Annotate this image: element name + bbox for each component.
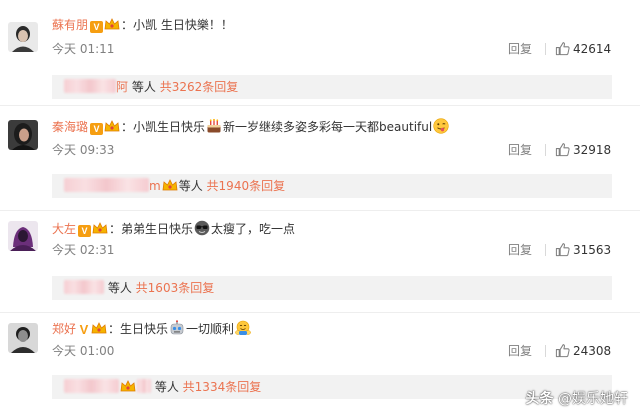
reply-etc: 等人 xyxy=(131,80,156,94)
comment-text: ：小凯生日快乐 xyxy=(121,120,206,134)
action-divider xyxy=(545,345,546,357)
blurred-username xyxy=(64,280,104,294)
verified-badge: V xyxy=(79,322,89,337)
verified-badge: V xyxy=(78,225,92,237)
comment-text: ：小凯 生日快樂！！ xyxy=(121,18,233,32)
comment-time: 今天 01:11 xyxy=(52,42,115,56)
reply-count-link[interactable]: 共1940条回复 xyxy=(207,179,286,193)
action-divider xyxy=(545,244,546,256)
username[interactable]: 秦海璐 xyxy=(52,120,88,134)
watermark-handle: @娱乐她轩 xyxy=(558,391,628,407)
comment-text-continued: 太瘦了，吃一点 xyxy=(211,222,296,236)
comment-text-continued: 新一岁继续多姿多彩每一天都beautiful xyxy=(223,120,433,134)
crown-icon xyxy=(162,179,178,191)
thumbs-up-icon xyxy=(555,344,570,358)
hugging-face-icon xyxy=(235,320,251,335)
avatar[interactable] xyxy=(8,22,38,52)
crown-icon xyxy=(92,222,108,234)
like-count: 24308 xyxy=(573,344,612,358)
reply-button[interactable]: 回复 xyxy=(508,143,532,157)
reply-etc: 等人 xyxy=(107,281,132,295)
blurred-username xyxy=(64,379,119,393)
comment-content: 大左 V ：弟弟生日快乐 太瘦了，吃一点 xyxy=(52,220,296,237)
comment-time: 今天 01:00 xyxy=(52,344,115,358)
watermark-prefix: 头条 xyxy=(525,391,554,407)
reply-summary[interactable]: m 等人 共1940条回复 xyxy=(52,174,612,198)
reply-summary[interactable]: 等人 共1603条回复 xyxy=(52,276,612,300)
reply-etc: 等人 xyxy=(154,380,179,394)
like-button[interactable]: 42614 xyxy=(555,41,611,57)
like-button[interactable]: 32918 xyxy=(555,142,611,158)
thumbs-up-icon xyxy=(555,243,570,257)
comment-content: 郑好 V ：生日快乐 一切顺利 xyxy=(52,320,252,336)
reply-username-tail: 阿 xyxy=(116,80,129,94)
avatar[interactable] xyxy=(8,120,38,150)
comment-text: ：生日快乐 xyxy=(108,322,169,336)
reply-etc: 等人 xyxy=(178,179,203,193)
like-count: 42614 xyxy=(573,42,612,56)
reply-count-link[interactable]: 共1603条回复 xyxy=(136,281,215,295)
like-button[interactable]: 31563 xyxy=(555,242,611,258)
verified-badge: V xyxy=(90,21,104,33)
reply-username-tail: m xyxy=(149,179,161,193)
comment-text-continued: 一切顺利 xyxy=(186,322,235,336)
username[interactable]: 蘇有朋 xyxy=(52,18,88,32)
action-divider xyxy=(545,144,546,156)
crown-icon xyxy=(120,380,136,392)
crown-icon xyxy=(104,120,120,132)
cake-icon xyxy=(207,118,221,133)
like-button[interactable]: 24308 xyxy=(555,343,611,359)
like-count: 32918 xyxy=(573,143,612,157)
thumbs-up-icon xyxy=(555,42,570,56)
blurred-username xyxy=(64,79,116,93)
reply-count-link[interactable]: 共3262条回复 xyxy=(160,80,239,94)
reply-button[interactable]: 回复 xyxy=(508,243,532,257)
avatar[interactable] xyxy=(8,323,38,353)
tongue-face-icon xyxy=(433,118,449,134)
crown-icon xyxy=(91,322,107,334)
comment-content: 秦海璐 V ：小凯生日快乐 新一岁继续多姿多彩每一天都beautiful xyxy=(52,118,450,135)
source-watermark: 头条 @娱乐她轩 xyxy=(526,389,628,409)
comment-text: ：弟弟生日快乐 xyxy=(109,222,194,236)
crown-icon xyxy=(104,18,120,30)
comment-item: 蘇有朋 V ：小凯 生日快樂！！ 今天 01:11 回复 42614 阿 等人 共3… xyxy=(0,0,640,105)
robot-face-icon xyxy=(170,320,184,335)
reply-button[interactable]: 回复 xyxy=(508,42,532,56)
blurred-username xyxy=(137,379,151,393)
username[interactable]: 郑好 xyxy=(52,322,76,336)
comment-content: 蘇有朋 V ：小凯 生日快樂！！ xyxy=(52,17,233,33)
reply-count-link[interactable]: 共1334条回复 xyxy=(183,380,262,394)
reply-summary[interactable]: 阿 等人 共3262条回复 xyxy=(52,75,612,99)
thumbs-up-icon xyxy=(555,143,570,157)
username[interactable]: 大左 xyxy=(52,222,76,236)
comment-item: 大左 V ：弟弟生日快乐 太瘦了，吃一点 今天 02:31 回复 31563 等人 共… xyxy=(0,211,640,312)
blurred-username xyxy=(64,178,149,192)
like-count: 31563 xyxy=(573,243,612,257)
verified-badge: V xyxy=(90,123,104,135)
reply-button[interactable]: 回复 xyxy=(508,344,532,358)
comment-item: 秦海璐 V ：小凯生日快乐 新一岁继续多姿多彩每一天都beautiful 今天 09:… xyxy=(0,106,640,210)
glasses-icon xyxy=(194,220,210,236)
comment-time: 今天 09:33 xyxy=(52,143,115,157)
comment-time: 今天 02:31 xyxy=(52,243,115,257)
avatar[interactable] xyxy=(8,221,38,251)
action-divider xyxy=(545,43,546,55)
